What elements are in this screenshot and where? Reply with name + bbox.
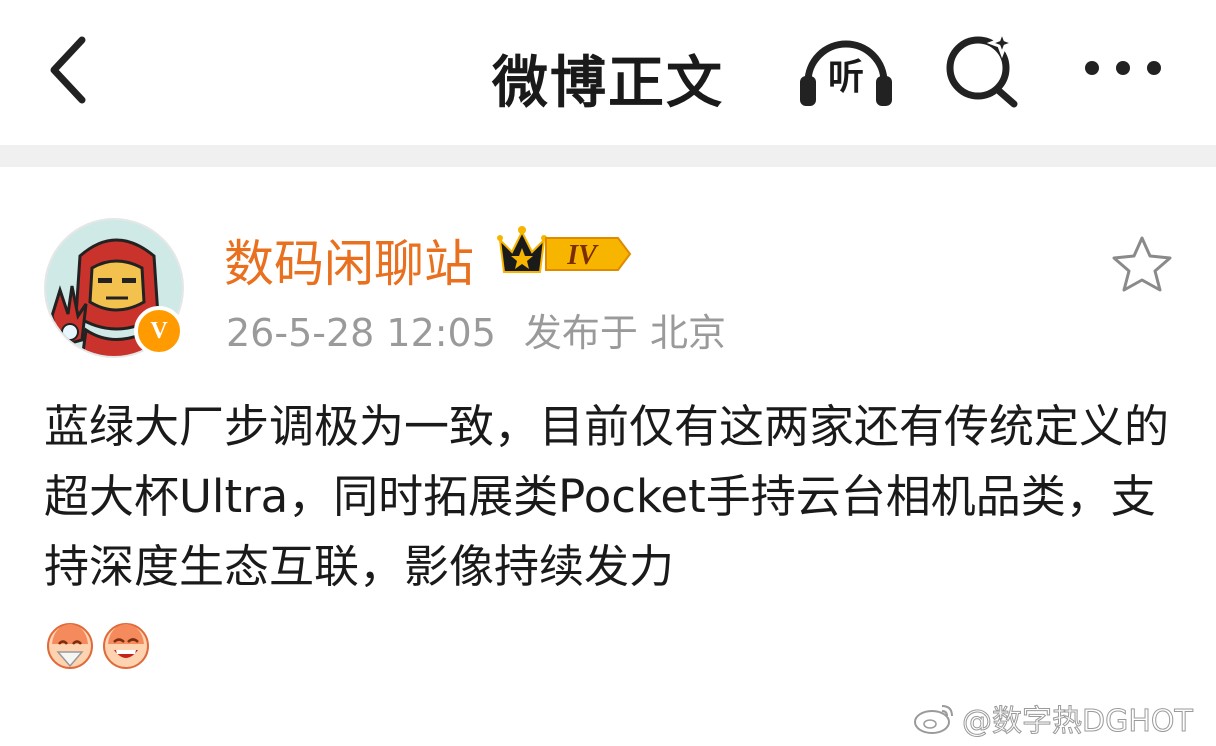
section-divider: [0, 145, 1216, 167]
star-outline-icon: [1112, 236, 1172, 292]
weibo-logo-icon: [914, 705, 953, 734]
verified-badge-label: V: [150, 317, 168, 344]
favorite-button[interactable]: [1110, 234, 1174, 294]
post-location: 发布于 北京: [523, 311, 726, 355]
verified-badge-icon: V: [134, 306, 184, 356]
listen-label: 听: [827, 57, 864, 98]
watermark: @数字热DGHOT: [912, 698, 1194, 740]
laugh-cover-face-emoji-icon: [47, 623, 93, 669]
top-bar: 微博正文 听: [0, 0, 1216, 145]
search-sparkle-icon: [946, 27, 1018, 108]
post-body-text: 蓝绿大厂步调极为一致，目前仅有这两家还有传统定义的超大杯Ultra，同时拓展类P…: [44, 400, 1170, 593]
page-title: 微博正文: [492, 51, 724, 116]
chevron-left-icon: [50, 36, 86, 104]
level-crown-badge-icon: IV: [497, 226, 632, 273]
watermark-text: @数字热DGHOT: [962, 704, 1194, 740]
post-meta: 26-5-28 12:05 发布于 北京: [226, 302, 726, 357]
author-name[interactable]: 数码闲聊站: [224, 224, 474, 296]
back-button[interactable]: [38, 30, 98, 110]
more-dots-icon: [1085, 61, 1161, 75]
level-badge-text: IV: [566, 240, 599, 271]
search-button[interactable]: [940, 27, 1030, 112]
emoji-row: [44, 618, 152, 670]
listen-button[interactable]: 听: [796, 28, 896, 112]
post-timestamp: 26-5-28 12:05: [226, 311, 496, 355]
more-options-button[interactable]: [1078, 46, 1168, 90]
grin-emoji-icon: [103, 623, 149, 669]
